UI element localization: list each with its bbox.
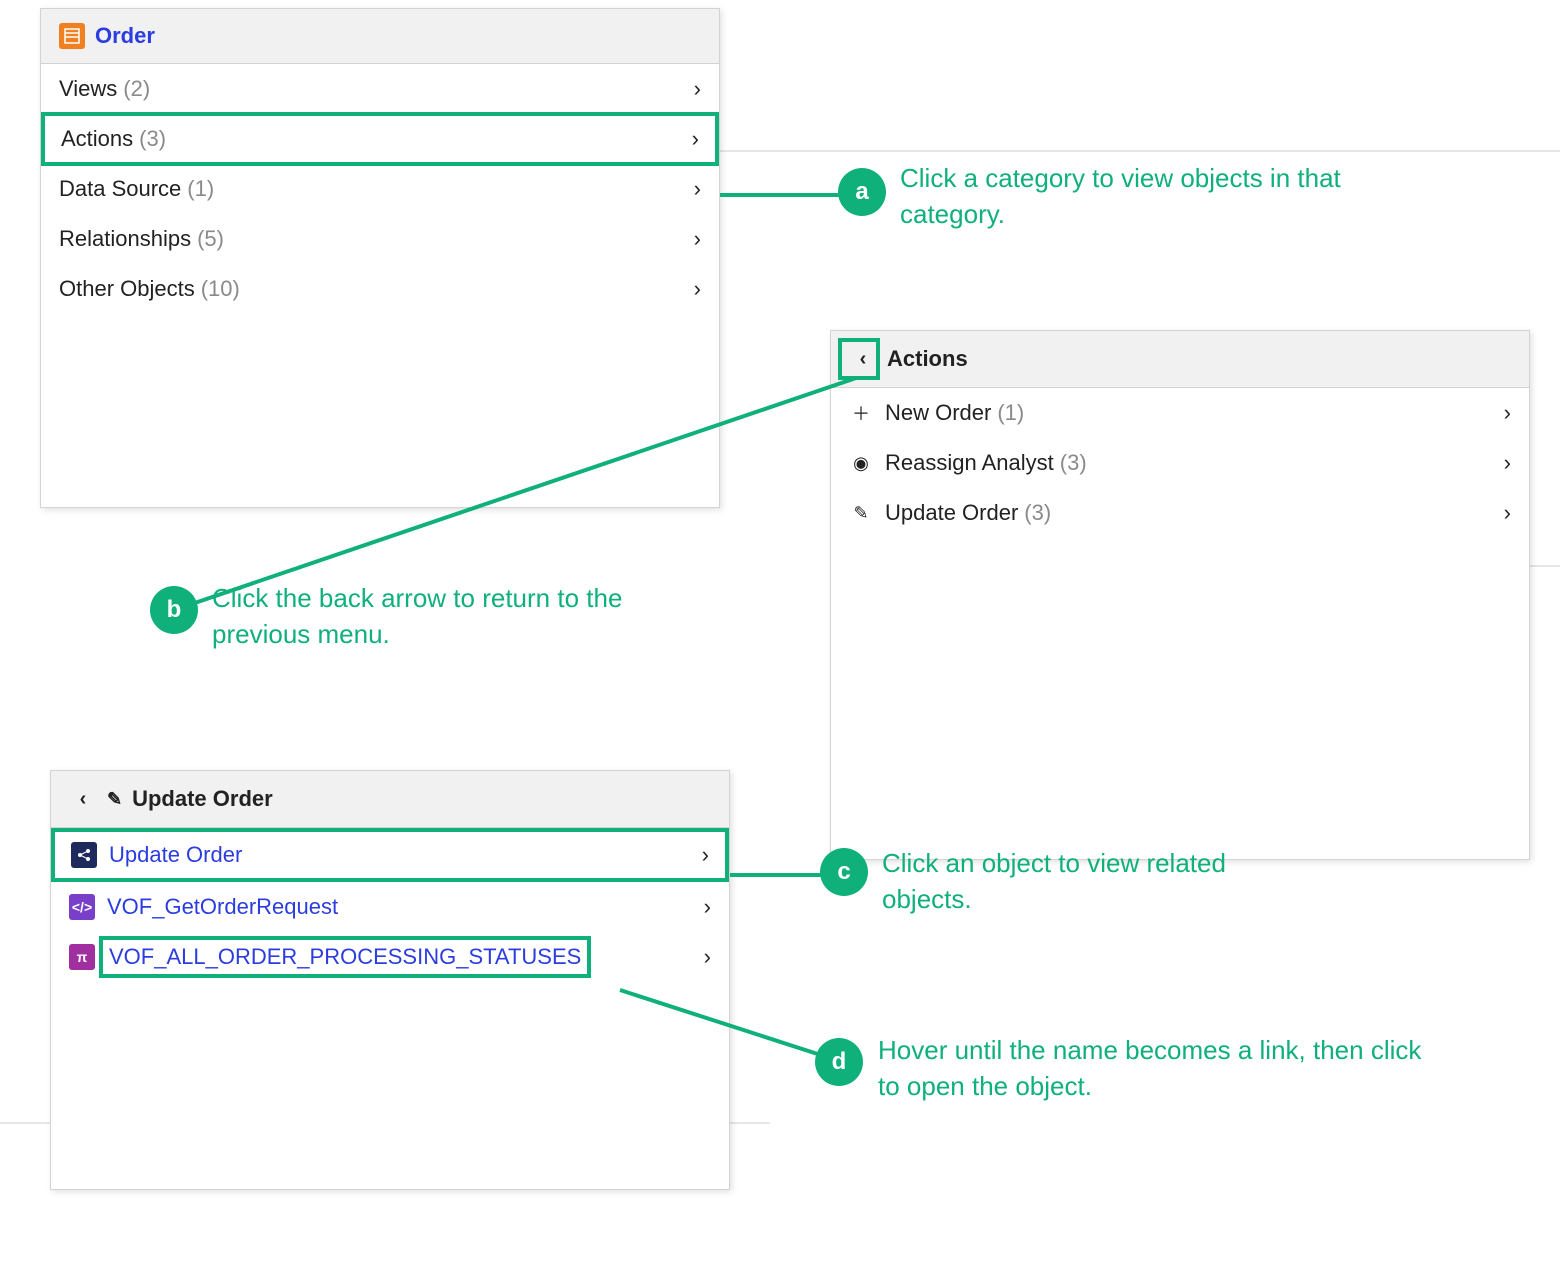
panel-order-title: Order xyxy=(95,23,155,49)
chevron-right-icon: › xyxy=(1492,500,1511,526)
chevron-right-icon: › xyxy=(692,944,711,970)
chevron-right-icon: › xyxy=(692,894,711,920)
object-label: Update Order xyxy=(109,842,242,868)
category-count: (3) xyxy=(133,126,166,152)
callout-text-c: Click an object to view related objects. xyxy=(882,845,1242,918)
chevron-right-icon: › xyxy=(682,176,701,202)
action-count: (3) xyxy=(1018,500,1051,526)
category-other-objects[interactable]: Other Objects (10) › xyxy=(41,264,719,314)
panel-update-order: ‹ ✎ Update Order Update Order › </> VOF_… xyxy=(50,770,730,1190)
category-data-source[interactable]: Data Source (1) › xyxy=(41,164,719,214)
chevron-right-icon: › xyxy=(1492,400,1511,426)
object-label: VOF_GetOrderRequest xyxy=(107,894,338,920)
category-count: (5) xyxy=(191,226,224,252)
chevron-right-icon: › xyxy=(1492,450,1511,476)
object-update-order[interactable]: Update Order › xyxy=(53,830,727,880)
panel-order: Order Views (2) › Actions (3) › Data Sou… xyxy=(40,8,720,508)
object-label: VOF_ALL_ORDER_PROCESSING_STATUSES xyxy=(107,944,583,970)
category-views[interactable]: Views (2) › xyxy=(41,64,719,114)
callout-badge-d: d xyxy=(815,1038,863,1086)
callout-letter: b xyxy=(167,596,182,624)
category-label: Relationships xyxy=(59,226,191,252)
category-label: Other Objects xyxy=(59,276,195,302)
user-icon: ◉ xyxy=(849,453,873,474)
callout-text-d: Hover until the name becomes a link, the… xyxy=(878,1032,1438,1105)
chevron-right-icon: › xyxy=(690,842,709,868)
action-count: (3) xyxy=(1054,450,1087,476)
category-label: Actions xyxy=(61,126,133,152)
panel-update-header: ‹ ✎ Update Order xyxy=(51,771,729,828)
action-new-order[interactable]: ＋ New Order (1) › xyxy=(831,388,1529,438)
plus-icon: ＋ xyxy=(849,400,873,426)
bg-rule xyxy=(1530,565,1560,567)
category-label: Data Source xyxy=(59,176,181,202)
panel-order-header: Order xyxy=(41,9,719,64)
edit-icon: ✎ xyxy=(849,503,873,524)
callout-letter: d xyxy=(832,1048,847,1076)
action-label: Update Order xyxy=(885,500,1018,526)
panel-actions-title: Actions xyxy=(887,346,968,372)
action-update-order[interactable]: ✎ Update Order (3) › xyxy=(831,488,1529,538)
panel-actions-header: ‹ Actions xyxy=(831,331,1529,388)
bg-rule xyxy=(730,1122,770,1124)
callout-badge-c: c xyxy=(820,848,868,896)
category-actions[interactable]: Actions (3) › xyxy=(43,114,717,164)
object-get-order-request[interactable]: </> VOF_GetOrderRequest › xyxy=(51,882,729,932)
action-label: New Order xyxy=(885,400,991,426)
chevron-right-icon: › xyxy=(680,126,699,152)
category-count: (10) xyxy=(195,276,240,302)
edit-icon: ✎ xyxy=(107,789,122,810)
chevron-right-icon: › xyxy=(682,276,701,302)
order-icon xyxy=(59,23,85,49)
callout-text-b: Click the back arrow to return to the pr… xyxy=(212,580,682,653)
flow-icon xyxy=(71,842,97,868)
panel-actions: ‹ Actions ＋ New Order (1) › ◉ Reassign A… xyxy=(830,330,1530,860)
chevron-right-icon: › xyxy=(682,76,701,102)
callout-text-a: Click a category to view objects in that… xyxy=(900,160,1420,233)
category-label: Views xyxy=(59,76,117,102)
callout-letter: c xyxy=(837,858,850,886)
bg-rule xyxy=(0,1122,50,1124)
object-all-statuses[interactable]: π VOF_ALL_ORDER_PROCESSING_STATUSES › xyxy=(51,932,729,982)
category-count: (1) xyxy=(181,176,214,202)
back-button[interactable]: ‹ xyxy=(849,345,877,373)
action-label: Reassign Analyst xyxy=(885,450,1054,476)
callout-letter: a xyxy=(855,178,868,206)
callout-badge-a: a xyxy=(838,168,886,216)
action-reassign-analyst[interactable]: ◉ Reassign Analyst (3) › xyxy=(831,438,1529,488)
back-button[interactable]: ‹ xyxy=(69,785,97,813)
action-count: (1) xyxy=(991,400,1024,426)
panel-update-title: Update Order xyxy=(132,786,273,812)
code-icon: </> xyxy=(69,894,95,920)
callout-badge-b: b xyxy=(150,586,198,634)
category-count: (2) xyxy=(117,76,150,102)
bg-rule xyxy=(720,150,1560,152)
chevron-right-icon: › xyxy=(682,226,701,252)
category-relationships[interactable]: Relationships (5) › xyxy=(41,214,719,264)
pi-icon: π xyxy=(69,944,95,970)
